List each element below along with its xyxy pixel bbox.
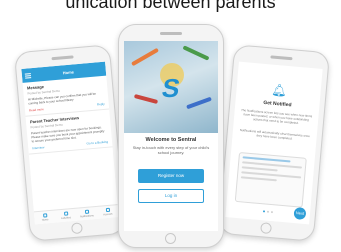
preview-line xyxy=(241,166,278,172)
menu-icon[interactable] xyxy=(24,72,32,79)
phone-center: S Welcome to Sentral Stay in-touch with … xyxy=(118,24,224,248)
booking-link[interactable]: Go to a Booking xyxy=(86,140,108,146)
register-button[interactable]: Register now xyxy=(138,169,204,183)
bottom-tab-bar: Home Activities Notifications Account xyxy=(33,204,119,225)
notifications-icon xyxy=(84,209,89,214)
tab-notifications[interactable]: Notifications xyxy=(76,207,98,221)
interview-link[interactable]: Interview xyxy=(32,145,44,150)
home-button xyxy=(260,222,273,235)
phone-speaker xyxy=(270,55,293,61)
home-screen: Home Message Posted by Sentral Demo Hi M… xyxy=(21,61,119,225)
marketing-banner: unication between parents Home Message P… xyxy=(0,0,341,252)
welcome-subtitle: Stay in-touch with every step of your ch… xyxy=(132,145,210,155)
tab-account[interactable]: Account xyxy=(97,205,119,219)
account-icon xyxy=(105,207,110,213)
pencil-graphic xyxy=(133,93,159,105)
tab-label: Activities xyxy=(60,216,72,221)
bell-icon: 🔔︎ xyxy=(271,82,288,98)
phone-speaker xyxy=(51,55,74,61)
phone-right: 🔔︎ Get Notified The Notifications screen… xyxy=(217,44,331,242)
onboarding-text: The Notifications screen lets you see wh… xyxy=(240,108,313,126)
tab-home[interactable]: Home xyxy=(34,211,56,225)
phone-speaker xyxy=(160,32,182,35)
welcome-title: Welcome to Sentral xyxy=(145,137,197,143)
activities-icon xyxy=(63,211,68,216)
welcome-screen: S Welcome to Sentral Stay in-touch with … xyxy=(124,41,218,231)
notification-preview-card xyxy=(234,151,307,208)
headline-text: unication between parents xyxy=(65,0,276,12)
tab-activities[interactable]: Activities xyxy=(55,209,77,223)
read-more-link[interactable]: Read more xyxy=(29,107,44,112)
home-button xyxy=(165,233,176,244)
home-icon xyxy=(42,213,47,218)
notifications-onboarding-screen: 🔔︎ Get Notified The Notifications screen… xyxy=(225,61,323,225)
tab-label: Notifications xyxy=(80,214,94,219)
message-card[interactable]: Parent Teacher Interviews Posted by Sent… xyxy=(25,109,113,155)
reply-link[interactable]: Reply xyxy=(97,102,105,107)
login-button[interactable]: Log in xyxy=(138,189,204,203)
phone-left: Home Message Posted by Sentral Demo Hi M… xyxy=(13,44,127,242)
pencil-graphic xyxy=(186,96,212,110)
onboarding-text: Notifications will automatically clear t… xyxy=(239,127,311,141)
pencil-graphic xyxy=(131,47,159,67)
home-button xyxy=(70,222,83,235)
next-button[interactable]: Next xyxy=(293,207,307,221)
pencil-graphic xyxy=(182,45,210,61)
tab-label: Account xyxy=(103,212,113,217)
preview-line xyxy=(240,176,277,182)
tab-label: Home xyxy=(41,218,49,222)
